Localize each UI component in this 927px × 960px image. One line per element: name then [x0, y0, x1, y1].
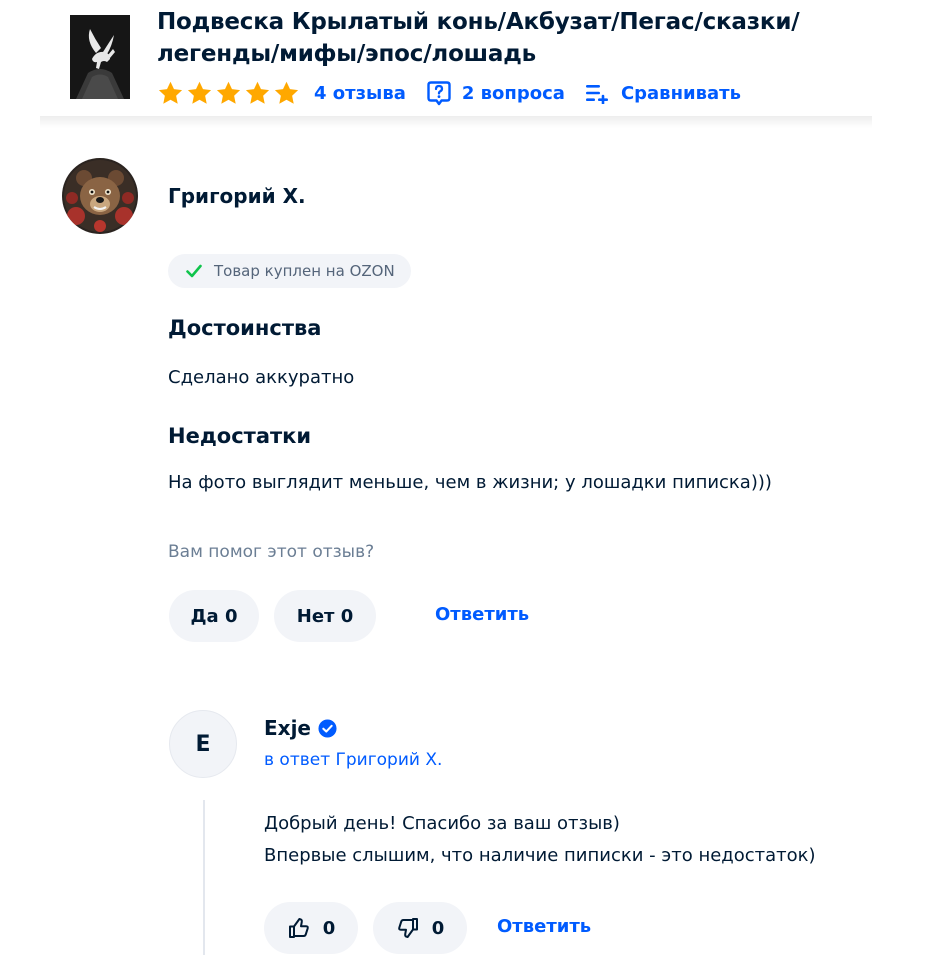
- star-icon: [274, 81, 299, 104]
- product-title-line-2: легенды/мифы/эпос/лошадь: [157, 41, 536, 67]
- product-thumbnail[interactable]: [70, 15, 130, 99]
- pros-text: Сделано аккуратно: [168, 367, 355, 388]
- thumbs-down-icon: [397, 918, 418, 938]
- star-icon: [187, 81, 212, 104]
- thread-line: [203, 800, 205, 955]
- compare-label: Сравнивать: [620, 82, 741, 104]
- purchase-badge: Товар куплен на OZON: [168, 254, 411, 288]
- product-title[interactable]: Подвеска Крылатый конь/Акбузат/Пегас/ска…: [157, 6, 857, 70]
- like-count: 0: [322, 917, 336, 939]
- helpful-no-button[interactable]: Нет 0: [274, 590, 376, 642]
- questions-label: 2 вопроса: [461, 82, 565, 104]
- seller-reply-line-2: Впервые слышим, что наличие пиписки - эт…: [264, 845, 816, 866]
- seller-name-label: Exje: [264, 716, 311, 740]
- questions-link[interactable]: 2 вопроса: [426, 80, 565, 106]
- seller-name[interactable]: Exje: [264, 716, 337, 740]
- compare-link[interactable]: Сравнивать: [585, 82, 741, 104]
- bear-avatar-image: [62, 158, 138, 234]
- star-icon: [245, 81, 270, 104]
- product-header: Подвеска Крылатый конь/Акбузат/Пегас/ска…: [0, 0, 927, 124]
- seller-reply-button[interactable]: Ответить: [497, 916, 591, 937]
- seller-reply-line-1: Добрый день! Спасибо за ваш отзыв): [264, 813, 620, 834]
- cons-text: На фото выглядит меньше, чем в жизни; у …: [168, 472, 772, 493]
- pegasus-image: [70, 15, 130, 99]
- checkmark-icon: [186, 264, 202, 278]
- verified-icon: [318, 718, 337, 738]
- star-icon: [216, 81, 241, 104]
- helpful-yes-button[interactable]: Да 0: [169, 590, 259, 642]
- dislike-count: 0: [431, 917, 445, 939]
- purchase-badge-label: Товар куплен на OZON: [214, 262, 395, 280]
- reviews-link[interactable]: 4 отзыва: [314, 83, 406, 104]
- helpful-question: Вам помог этот отзыв?: [168, 542, 375, 562]
- rating-stars[interactable]: [157, 80, 300, 107]
- compare-icon: [585, 85, 608, 104]
- seller-reply-text: Добрый день! Спасибо за ваш отзыв) Вперв…: [264, 808, 816, 872]
- header-divider: [40, 116, 872, 128]
- reviewer-name[interactable]: Григорий Х.: [168, 184, 306, 208]
- star-icon: [158, 81, 183, 104]
- dislike-button[interactable]: 0: [373, 902, 467, 954]
- seller-avatar[interactable]: E: [169, 710, 237, 778]
- pros-heading: Достоинства: [168, 316, 322, 340]
- product-meta-row: 4 отзыва 2 вопроса Сравнивать: [157, 78, 741, 108]
- in-reply-to-link[interactable]: в ответ Григорий Х.: [264, 750, 442, 770]
- reply-button[interactable]: Ответить: [435, 604, 529, 625]
- cons-heading: Недостатки: [168, 424, 312, 448]
- thumbs-up-icon: [288, 918, 309, 938]
- reviewer-avatar[interactable]: [62, 158, 138, 234]
- like-button[interactable]: 0: [264, 902, 358, 954]
- question-icon: [427, 81, 451, 106]
- product-title-line-1: Подвеска Крылатый конь/Акбузат/Пегас/ска…: [157, 9, 800, 35]
